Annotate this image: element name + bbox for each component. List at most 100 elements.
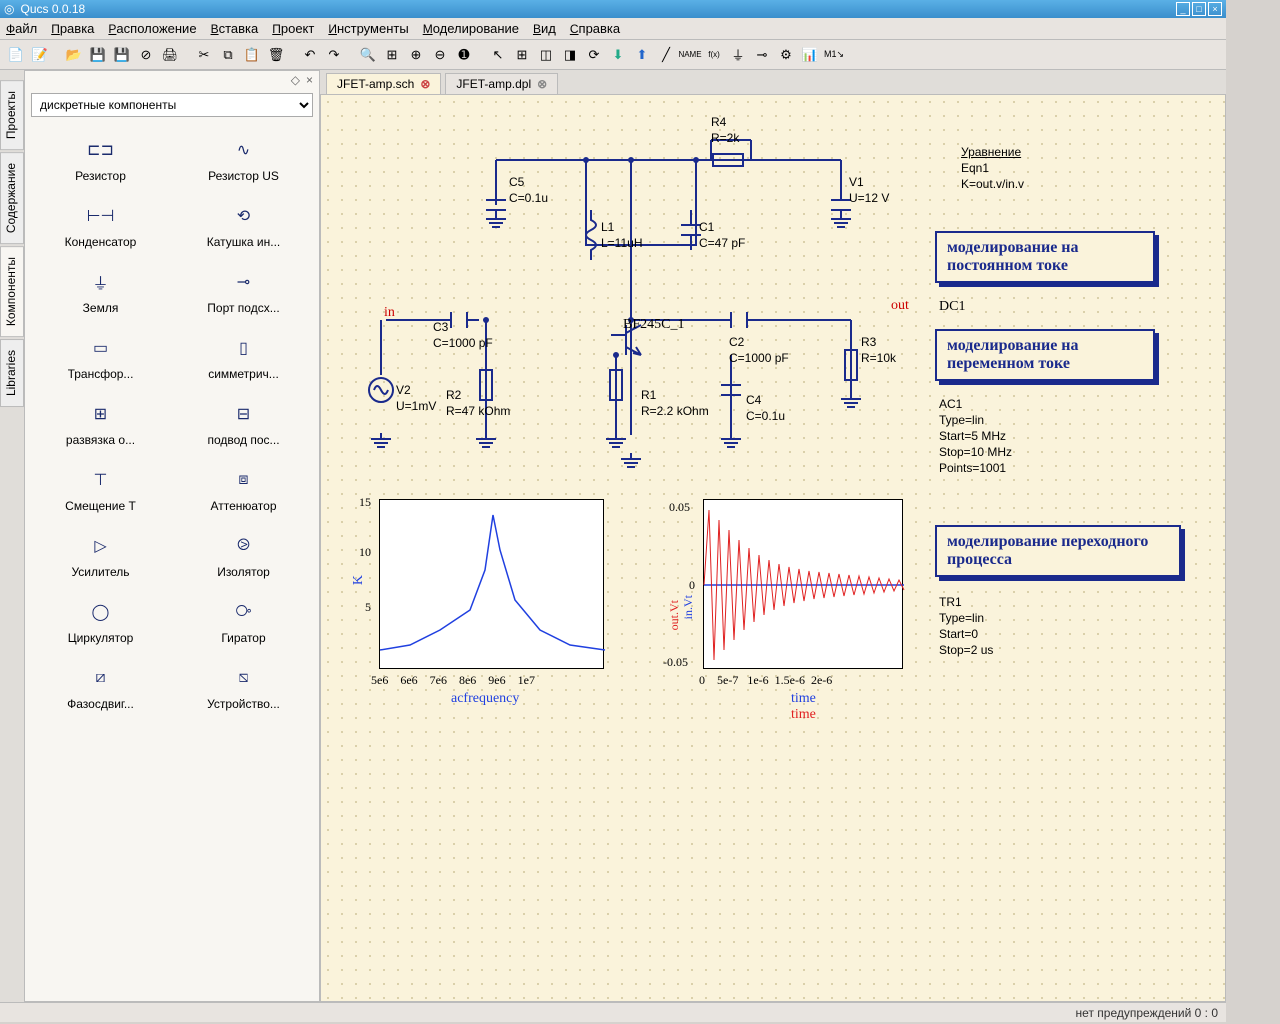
menu-file[interactable]: Файл bbox=[6, 21, 37, 36]
down-icon[interactable]: ⬇ bbox=[608, 45, 628, 65]
plot-icon[interactable]: 📊 bbox=[800, 45, 820, 65]
side-tabs: Проекты Содержание Компоненты Libraries bbox=[0, 70, 24, 1002]
component-label: развязка о... bbox=[66, 433, 135, 447]
text-icon[interactable]: 📝 bbox=[30, 45, 50, 65]
maximize-button[interactable]: □ bbox=[1192, 2, 1206, 16]
component-item[interactable]: ⊟подвод пос... bbox=[174, 393, 313, 453]
grid-icon[interactable]: ⊞ bbox=[512, 45, 532, 65]
component-item[interactable]: ⧁ Изолятор bbox=[174, 525, 313, 585]
tab-dpl[interactable]: JFET-amp.dpl⊗ bbox=[445, 73, 558, 94]
c4-label: C4C=0.1u bbox=[746, 393, 785, 425]
tab-projects[interactable]: Проекты bbox=[0, 80, 24, 150]
schematic-canvas[interactable]: C5C=0.1u R4R=2k V1U=12 V L1L=11uH C1C=47… bbox=[320, 94, 1226, 1002]
component-symbol-icon: ⧁ bbox=[224, 531, 264, 561]
tab-sch[interactable]: JFET-amp.sch⊗ bbox=[326, 73, 441, 94]
sim-tr-box[interactable]: моделирование переходного процесса bbox=[935, 525, 1181, 577]
delete-icon[interactable]: 🗑 bbox=[266, 45, 286, 65]
plot1-xlabel: acfrequency bbox=[451, 691, 519, 707]
undo-icon[interactable]: ↶ bbox=[300, 45, 320, 65]
close-button[interactable]: × bbox=[1208, 2, 1222, 16]
component-item[interactable]: ⟲Катушка ин... bbox=[174, 195, 313, 255]
refresh-icon[interactable]: ⟳ bbox=[584, 45, 604, 65]
cut-icon[interactable]: ✂ bbox=[194, 45, 214, 65]
up-icon[interactable]: ⬆ bbox=[632, 45, 652, 65]
panel-close-icon[interactable]: × bbox=[306, 73, 313, 87]
component-item[interactable]: ▷Усилитель bbox=[31, 525, 170, 585]
component-item[interactable]: ⧈Аттенюатор bbox=[174, 459, 313, 519]
component-label: Усилитель bbox=[71, 565, 129, 579]
component-item[interactable]: ▯симметрич... bbox=[174, 327, 313, 387]
menubar: Файл Правка Расположение Вставка Проект … bbox=[0, 18, 1226, 40]
component-label: Гиратор bbox=[221, 631, 265, 645]
component-item[interactable]: ⧄Фазосдвиг... bbox=[31, 657, 170, 717]
component-item[interactable]: ⊢⊣Конденсатор bbox=[31, 195, 170, 255]
paste-icon[interactable]: 📋 bbox=[242, 45, 262, 65]
save-icon[interactable]: 💾 bbox=[88, 45, 108, 65]
component-item[interactable]: ◯Циркулятор bbox=[31, 591, 170, 651]
zoomfit-icon[interactable]: ⊞ bbox=[382, 45, 402, 65]
close-icon[interactable]: ⊘ bbox=[136, 45, 156, 65]
component-item[interactable]: ⏚Земля bbox=[31, 261, 170, 321]
open-icon[interactable]: 📂 bbox=[64, 45, 84, 65]
port-icon[interactable]: ⊸ bbox=[752, 45, 772, 65]
c5-label: C5C=0.1u bbox=[509, 175, 548, 207]
titlebar: ◎ Qucs 0.0.18 _ □ × bbox=[0, 0, 1226, 18]
component-item[interactable]: ⧂Гиратор bbox=[174, 591, 313, 651]
component-symbol-icon: ⊟ bbox=[224, 399, 264, 429]
component-item[interactable]: ⧅ Устройство... bbox=[174, 657, 313, 717]
comp2-icon[interactable]: ◨ bbox=[560, 45, 580, 65]
zoomout-icon[interactable]: ⊖ bbox=[430, 45, 450, 65]
plot-tr[interactable] bbox=[703, 499, 903, 669]
menu-insert[interactable]: Вставка bbox=[211, 21, 259, 36]
comp1-icon[interactable]: ◫ bbox=[536, 45, 556, 65]
zoom-icon[interactable]: 🔍 bbox=[358, 45, 378, 65]
zoomin-icon[interactable]: ⊕ bbox=[406, 45, 426, 65]
tab-contents[interactable]: Содержание bbox=[0, 152, 24, 244]
component-item[interactable]: ⊸Порт подсх... bbox=[174, 261, 313, 321]
component-item[interactable]: ▭Трансфор... bbox=[31, 327, 170, 387]
component-label: Изолятор bbox=[217, 565, 270, 579]
component-symbol-icon: ⧅ bbox=[224, 663, 264, 693]
saveall-icon[interactable]: 💾 bbox=[112, 45, 132, 65]
eqn-label: УравнениеEqn1K=out.v/in.v bbox=[961, 145, 1024, 193]
menu-project[interactable]: Проект bbox=[272, 21, 314, 36]
copy-icon[interactable]: ⧉ bbox=[218, 45, 238, 65]
menu-sim[interactable]: Моделирование bbox=[423, 21, 519, 36]
new-icon[interactable]: 📄 bbox=[6, 45, 26, 65]
sim-dc-box[interactable]: моделирование на постоянном токе bbox=[935, 231, 1155, 283]
tab-libraries[interactable]: Libraries bbox=[0, 339, 24, 407]
component-item[interactable]: ∿Резистор US bbox=[174, 129, 313, 189]
marker-icon[interactable]: M1↘ bbox=[824, 45, 844, 65]
plot-ac[interactable] bbox=[379, 499, 604, 669]
component-symbol-icon: ⊸ bbox=[224, 267, 264, 297]
component-item[interactable]: ⊤Смещение Т bbox=[31, 459, 170, 519]
tab-close-icon[interactable]: ⊗ bbox=[537, 77, 547, 91]
component-item[interactable]: ⊞развязка о... bbox=[31, 393, 170, 453]
sim-icon[interactable]: ⚙ bbox=[776, 45, 796, 65]
menu-tools[interactable]: Инструменты bbox=[328, 21, 408, 36]
menu-view[interactable]: Вид bbox=[533, 21, 556, 36]
gnd-icon[interactable]: ⏚ bbox=[728, 45, 748, 65]
menu-layout[interactable]: Расположение bbox=[108, 21, 196, 36]
component-item[interactable]: ⊏⊐Резистор bbox=[31, 129, 170, 189]
eqn-icon[interactable]: f(x) bbox=[704, 45, 724, 65]
tab-components[interactable]: Компоненты bbox=[0, 246, 24, 337]
panel-detach-icon[interactable]: ◇ bbox=[291, 73, 300, 87]
component-category-select[interactable]: дискретные компоненты bbox=[31, 93, 313, 117]
menu-edit[interactable]: Правка bbox=[51, 21, 94, 36]
redo-icon[interactable]: ↷ bbox=[324, 45, 344, 65]
name-icon[interactable]: NAME bbox=[680, 45, 700, 65]
wire-icon[interactable]: ╱ bbox=[656, 45, 676, 65]
component-symbol-icon: ▭ bbox=[81, 333, 121, 363]
tab-close-icon[interactable]: ⊗ bbox=[420, 77, 430, 91]
component-label: Устройство... bbox=[207, 697, 280, 711]
plot1-ylabel: K bbox=[351, 575, 367, 585]
minimize-button[interactable]: _ bbox=[1176, 2, 1190, 16]
menu-help[interactable]: Справка bbox=[570, 21, 620, 36]
print-icon[interactable]: 🖨 bbox=[160, 45, 180, 65]
app-icon: ◎ bbox=[4, 2, 14, 16]
select-icon[interactable]: ↖ bbox=[488, 45, 508, 65]
bf-label: BF245C_1 bbox=[623, 317, 684, 333]
sim-ac-box[interactable]: моделирование на переменном токе bbox=[935, 329, 1155, 381]
zoom1-icon[interactable]: ➊ bbox=[454, 45, 474, 65]
